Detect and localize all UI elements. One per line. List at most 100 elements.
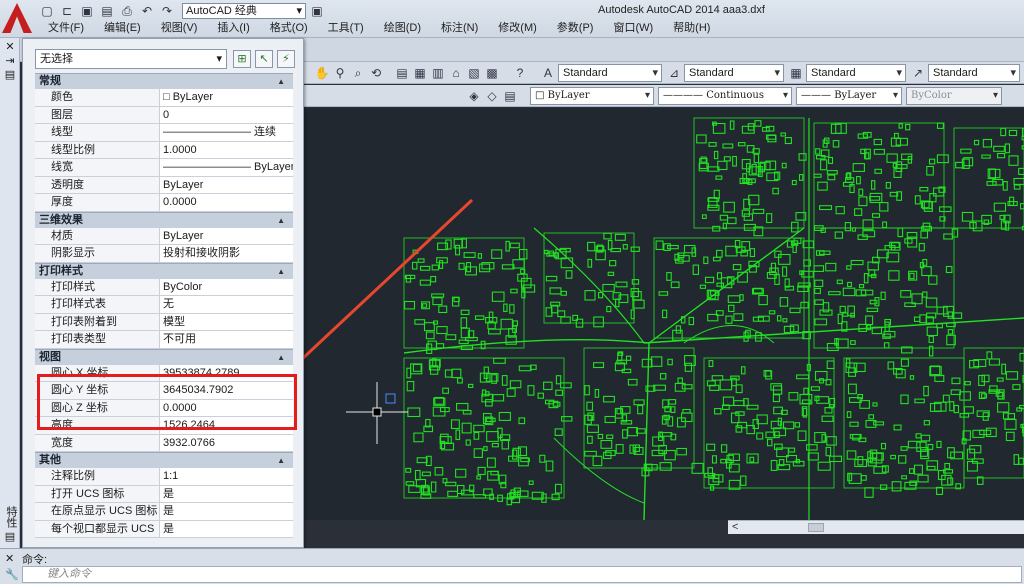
menu-draw[interactable]: 绘图(D) bbox=[374, 21, 431, 36]
plotstyle-select[interactable]: ByColor bbox=[906, 87, 1002, 105]
property-value[interactable]: ByLayer bbox=[160, 228, 293, 245]
property-value[interactable]: ByLayer bbox=[160, 177, 293, 194]
property-value[interactable]: □ ByLayer bbox=[160, 89, 293, 106]
property-row[interactable]: 打印表类型 不可用 bbox=[35, 331, 293, 349]
scroll-left-icon[interactable]: < bbox=[732, 521, 738, 533]
table-style-select[interactable]: Standard bbox=[806, 64, 906, 82]
property-value[interactable]: 0 bbox=[160, 107, 293, 124]
property-value[interactable]: 是 bbox=[160, 486, 293, 503]
property-row[interactable]: 线宽 ———————— ByLayer bbox=[35, 159, 293, 177]
property-row[interactable]: 注释比例 1:1 bbox=[35, 468, 293, 486]
property-row[interactable]: 厚度 0.0000 bbox=[35, 194, 293, 212]
workspace-select[interactable]: AutoCAD 经典 bbox=[182, 3, 306, 19]
section-header[interactable]: 常规 bbox=[35, 73, 293, 89]
section-header[interactable]: 三维效果 bbox=[35, 211, 293, 228]
property-value[interactable]: 3932.0766 bbox=[160, 435, 293, 452]
lineweight-select[interactable]: ——— ByLayer bbox=[796, 87, 902, 105]
property-row[interactable]: 打印样式 ByColor bbox=[35, 278, 293, 296]
open-file-icon[interactable]: ⊏ bbox=[58, 3, 76, 19]
property-row[interactable]: 打印表附着到 模型 bbox=[35, 313, 293, 331]
dim-style-select[interactable]: Standard bbox=[684, 64, 784, 82]
new-file-icon[interactable]: ▢ bbox=[38, 3, 56, 19]
menu-format[interactable]: 格式(O) bbox=[260, 21, 318, 36]
zoom-realtime-icon[interactable]: ⚲ bbox=[332, 65, 348, 81]
save-icon[interactable]: ▣ bbox=[78, 3, 96, 19]
property-value[interactable]: 不可用 bbox=[160, 331, 293, 348]
property-row[interactable]: 线型比例 1.0000 bbox=[35, 141, 293, 159]
menu-window[interactable]: 窗口(W) bbox=[603, 21, 663, 36]
property-row[interactable]: 在原点显示 UCS 图标是 bbox=[35, 503, 293, 521]
calculator-icon[interactable]: ▩ bbox=[484, 65, 500, 81]
dim-style-icon[interactable]: ⊿ bbox=[666, 65, 682, 81]
property-value[interactable]: 模型 bbox=[160, 314, 293, 331]
mleader-style-select[interactable]: Standard bbox=[928, 64, 1020, 82]
pan-icon[interactable]: ✋ bbox=[314, 65, 330, 81]
property-row[interactable]: 打开 UCS 图标是 bbox=[35, 485, 293, 503]
text-style-icon[interactable]: A bbox=[540, 65, 556, 81]
menu-parametric[interactable]: 参数(P) bbox=[547, 21, 604, 36]
property-value[interactable]: 0.0000 bbox=[160, 194, 293, 211]
palette-close-icon[interactable]: ✕ bbox=[3, 40, 17, 54]
zoom-previous-icon[interactable]: ⟲ bbox=[368, 65, 384, 81]
make-current-layer-icon[interactable]: ◈ bbox=[466, 88, 482, 104]
property-value[interactable]: ———————— ByLayer bbox=[160, 159, 293, 176]
property-value[interactable]: 是 bbox=[160, 503, 293, 520]
property-row[interactable]: 宽度 3932.0766 bbox=[35, 434, 293, 452]
linetype-select[interactable]: ———— Continuous bbox=[658, 87, 792, 105]
section-header[interactable]: 其他 bbox=[35, 452, 293, 468]
palette-menu-icon[interactable]: ▤ bbox=[3, 68, 17, 82]
property-row[interactable]: 颜色 □ ByLayer bbox=[35, 89, 293, 107]
property-value[interactable]: 1.0000 bbox=[160, 142, 293, 159]
property-row[interactable]: 材质 ByLayer bbox=[35, 227, 293, 245]
sheet-set-icon[interactable]: ⌂ bbox=[448, 65, 464, 81]
property-row[interactable]: 阴影显示 投射和接收阴影 bbox=[35, 245, 293, 263]
table-style-icon[interactable]: ▦ bbox=[788, 65, 804, 81]
section-header[interactable]: 打印样式 bbox=[35, 262, 293, 279]
redo-icon[interactable]: ↷ bbox=[158, 3, 176, 19]
menu-help[interactable]: 帮助(H) bbox=[663, 21, 720, 36]
toggle-pickadd-icon[interactable]: ⊞ bbox=[233, 50, 251, 68]
property-row[interactable]: 打印样式表无 bbox=[35, 296, 293, 314]
menu-tools[interactable]: 工具(T) bbox=[318, 21, 374, 36]
print-icon[interactable]: ⎙ bbox=[118, 3, 136, 19]
mleader-style-icon[interactable]: ↗ bbox=[910, 65, 926, 81]
help-icon[interactable]: ? bbox=[512, 65, 528, 81]
markup-icon[interactable]: ▧ bbox=[466, 65, 482, 81]
layer-previous-icon[interactable]: ◇ bbox=[484, 88, 500, 104]
layer-states-icon[interactable]: ▤ bbox=[502, 88, 518, 104]
design-center-icon[interactable]: ▦ bbox=[412, 65, 428, 81]
menu-modify[interactable]: 修改(M) bbox=[488, 21, 547, 36]
property-value[interactable]: 是 bbox=[160, 521, 293, 538]
tool-palettes-icon[interactable]: ▥ bbox=[430, 65, 446, 81]
horizontal-scrollbar[interactable]: < bbox=[728, 520, 1024, 534]
quick-select-icon[interactable]: ⚡ bbox=[277, 50, 295, 68]
property-row[interactable]: 线型 ———————— 连续 bbox=[35, 124, 293, 142]
scroll-thumb[interactable] bbox=[808, 523, 824, 532]
selection-select[interactable]: 无选择 bbox=[35, 49, 227, 69]
property-row[interactable]: 图层 0 bbox=[35, 106, 293, 124]
menu-insert[interactable]: 插入(I) bbox=[207, 21, 259, 36]
property-value[interactable]: 投射和接收阴影 bbox=[160, 245, 293, 262]
customize-icon[interactable]: 🔧 bbox=[5, 568, 19, 581]
property-row[interactable]: 透明度 ByLayer bbox=[35, 176, 293, 194]
save-as-icon[interactable]: ▤ bbox=[98, 3, 116, 19]
select-objects-icon[interactable]: ↖ bbox=[255, 50, 273, 68]
section-header[interactable]: 视图 bbox=[35, 348, 293, 365]
color-select[interactable]: □ ByLayer bbox=[530, 87, 654, 105]
palette-options-icon[interactable]: ▤ bbox=[3, 530, 17, 544]
command-close-icon[interactable]: ✕ bbox=[5, 552, 14, 565]
property-row[interactable]: 每个视口都显示 UCS 是 bbox=[35, 520, 293, 538]
property-value[interactable]: 1:1 bbox=[160, 468, 293, 485]
undo-icon[interactable]: ↶ bbox=[138, 3, 156, 19]
drawing-canvas[interactable] bbox=[304, 108, 1024, 520]
property-value[interactable]: 无 bbox=[160, 296, 293, 313]
menu-dimension[interactable]: 标注(N) bbox=[431, 21, 488, 36]
text-style-select[interactable]: Standard bbox=[558, 64, 662, 82]
zoom-window-icon[interactable]: ⌕ bbox=[350, 65, 366, 81]
workspace-settings-icon[interactable]: ▣ bbox=[308, 3, 326, 19]
properties-icon[interactable]: ▤ bbox=[394, 65, 410, 81]
menu-file[interactable]: 文件(F) bbox=[38, 21, 94, 36]
property-value[interactable]: ———————— 连续 bbox=[160, 124, 293, 141]
command-input[interactable]: 键入命令 bbox=[22, 566, 1022, 583]
menu-edit[interactable]: 编辑(E) bbox=[94, 21, 151, 36]
